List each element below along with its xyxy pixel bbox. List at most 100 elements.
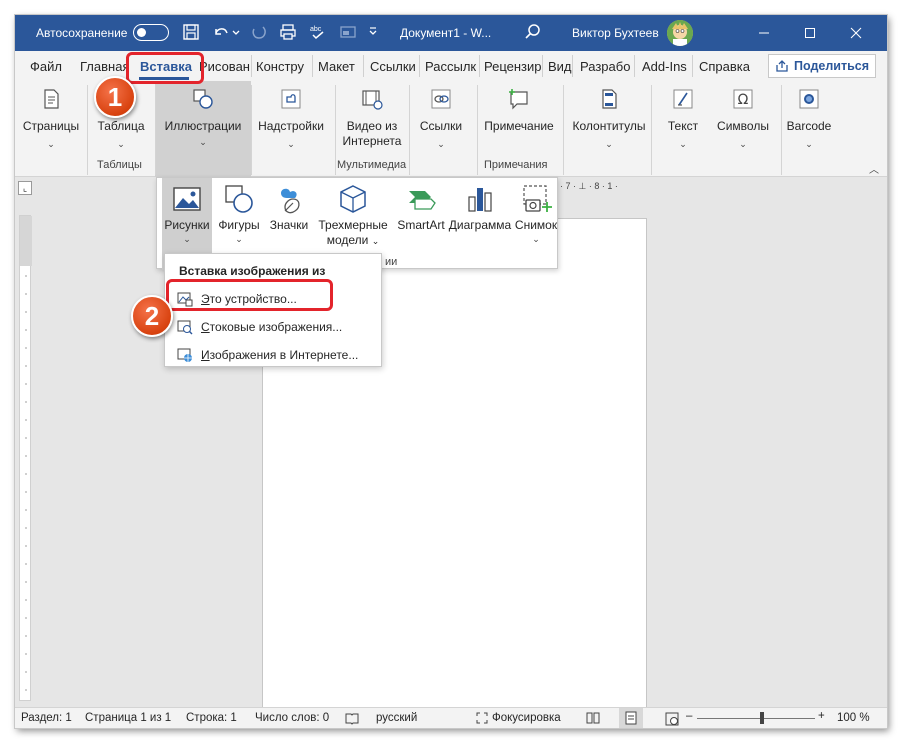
chevron-down-icon: ⌄ [679,139,687,149]
pages-button[interactable]: Страницы ⌄ [21,81,81,159]
tab-separator [363,55,364,77]
tab-separator [312,55,313,77]
minimize-button[interactable] [741,15,787,51]
group-divider [477,85,478,175]
screenshot-icon [523,185,552,212]
chevron-down-icon: ⌄ [117,139,125,149]
comment-button[interactable]: Примечание [484,81,554,159]
tab-view[interactable]: Вид [548,59,572,74]
ribbon: Страницы ⌄ Таблица ⌄ Таблицы Иллюстрации… [15,81,887,177]
status-page[interactable]: Страница 1 из 1 [85,712,171,724]
chevron-down-icon: ⌄ [437,139,445,149]
pages-label: Страницы [22,119,80,133]
chevron-down-icon: ⌄ [287,139,295,149]
status-section[interactable]: Раздел: 1 [21,712,72,724]
header-footer-icon [602,89,617,109]
collapse-ribbon-icon[interactable]: ︿ [869,161,879,176]
tables-group-label: Таблицы [97,159,142,171]
tab-mailings[interactable]: Рассылк [425,59,476,74]
addins-icon [281,89,301,109]
online-video-button[interactable]: Видео из Интернета [342,81,402,159]
status-word-count[interactable]: Число слов: 0 [255,712,329,724]
tab-separator [634,55,635,77]
zoom-slider[interactable] [697,718,815,719]
web-layout-icon[interactable] [665,712,679,728]
spelling-check-icon[interactable]: abc [308,22,328,42]
callout-badge-1: 1 [94,76,136,118]
autosave-toggle[interactable] [133,24,169,41]
tab-add-ins[interactable]: Add-Ins [642,59,687,74]
comment-icon [509,89,528,110]
menu-item-label: Стоковые изображения... [201,320,343,334]
addins-button[interactable]: Надстройки ⌄ [258,81,324,159]
user-avatar[interactable] [667,20,693,46]
tab-selector-icon[interactable]: ⌞ [18,181,32,195]
highlight-this-device [166,279,333,311]
tab-separator [479,55,480,77]
zoom-out-button[interactable]: – [686,710,692,722]
online-pictures-icon [177,348,192,362]
tab-help[interactable]: Справка [699,59,750,74]
close-button[interactable] [833,15,879,51]
zoom-level[interactable]: 100 % [837,712,870,724]
zoom-slider-thumb[interactable] [760,712,764,724]
tab-developer[interactable]: Разрабо [580,59,630,74]
save-icon[interactable] [181,22,201,42]
user-name[interactable]: Виктор Бухтеев [572,26,659,40]
text-icon [673,89,693,109]
omega-icon: Ω [733,89,753,109]
smartart-button[interactable]: SmartArt [394,178,448,270]
status-line[interactable]: Строка: 1 [186,712,237,724]
customize-toolbar-chevron-icon[interactable] [367,22,379,42]
menu-item-online-pictures[interactable]: Изображения в Интернете... [175,343,375,367]
title-bar: Автосохранение abc Документ1 - W... Викт… [15,15,887,51]
cube-icon [340,185,366,213]
illustrations-button[interactable]: Иллюстрации ⌄ [165,81,241,159]
header-footer-button[interactable]: Колонтитулы ⌄ [572,81,646,159]
undo-icon[interactable] [211,22,231,42]
maximize-button[interactable] [787,15,833,51]
tab-review[interactable]: Рецензир [484,59,542,74]
menu-item-stock-images[interactable]: Стоковые изображения... [175,315,375,339]
print-layout-icon[interactable] [619,708,643,728]
chart-button[interactable]: Диаграмма [449,178,511,270]
comments-group-label: Примечания [484,159,548,171]
tab-references[interactable]: Ссылки [370,59,416,74]
status-focus[interactable]: Фокусировка [492,712,561,724]
illustrations-label: Иллюстрации [164,119,242,133]
zoom-in-button[interactable]: + [818,710,825,722]
group-divider [563,85,564,175]
tab-file[interactable]: Файл [30,59,62,74]
screenshot-button[interactable]: Снимок ⌄ [514,178,558,270]
svg-text:abc: abc [310,26,322,33]
tab-home[interactable]: Главная [80,59,129,74]
chart-icon [468,188,492,212]
header-footer-label: Колонтитулы [572,119,646,133]
menu-item-label: Изображения в Интернете... [201,348,359,362]
tab-layout[interactable]: Макет [318,59,355,74]
ruler-ticks [20,216,32,691]
screen-mode-icon[interactable] [338,22,358,42]
chevron-down-icon: ⌄ [532,234,540,244]
tab-design[interactable]: Констру [256,59,304,74]
vertical-ruler[interactable] [19,215,32,701]
barcode-button[interactable]: Barcode ⌄ [779,81,839,159]
links-button[interactable]: Ссылки ⌄ [411,81,471,159]
read-mode-icon[interactable] [586,712,600,727]
proofing-icon[interactable] [345,712,359,728]
tab-separator [692,55,693,77]
chevron-down-icon: ⌄ [605,139,613,149]
links-label: Ссылки [419,119,463,133]
tab-draw[interactable]: Рисован [199,59,250,74]
undo-dropdown-chevron-icon[interactable] [230,22,242,42]
status-language[interactable]: русский [376,712,417,724]
search-icon[interactable] [523,22,543,42]
share-button[interactable]: Поделиться [768,54,876,78]
screenshot-label: Снимок [514,218,558,232]
chevron-down-icon: ⌄ [199,137,207,147]
focus-icon[interactable] [476,712,488,727]
3d-models-label: Трехмерные модели ⌄ [318,218,388,247]
symbols-button[interactable]: Ω Символы ⌄ [713,81,773,159]
highlight-insert-tab [126,52,204,84]
print-preview-icon[interactable] [278,22,298,42]
